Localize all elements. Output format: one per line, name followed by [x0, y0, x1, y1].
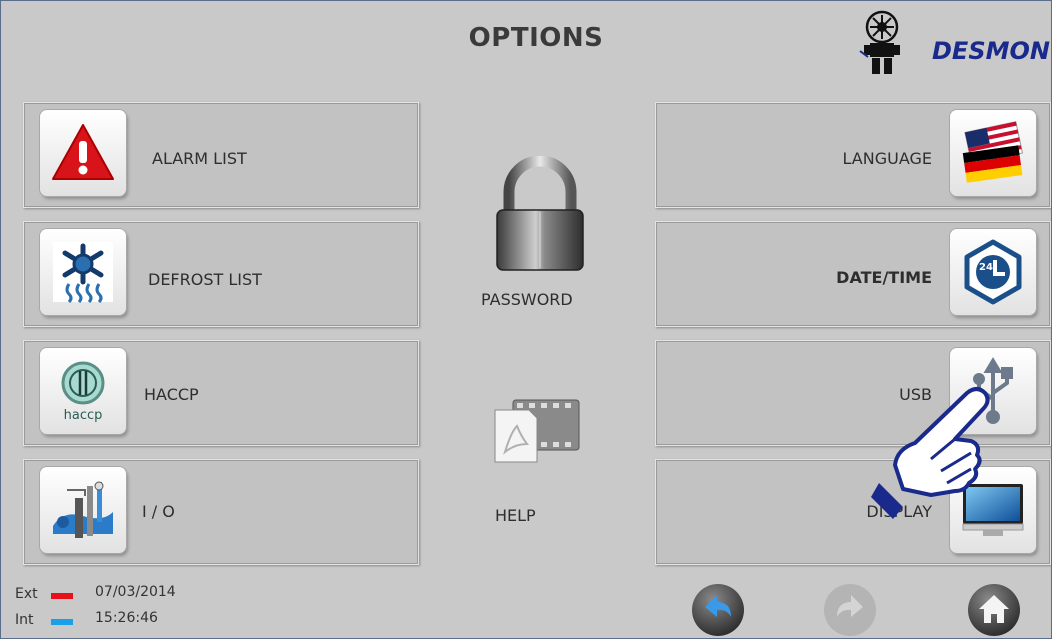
defrost-snowflake-icon [53, 242, 113, 304]
back-button[interactable] [691, 583, 745, 637]
padlock-icon [496, 156, 584, 271]
int-indicator [51, 619, 73, 625]
io-button[interactable] [40, 467, 126, 553]
back-arrow-icon [692, 584, 744, 636]
clock-24-text: 24 [979, 262, 993, 273]
status-date: 07/03/2014 [95, 584, 176, 600]
language-button[interactable] [950, 110, 1036, 196]
language-label: LANGUAGE [842, 149, 932, 168]
flags-icon [962, 121, 1024, 183]
language-panel[interactable]: LANGUAGE [655, 102, 1051, 208]
defrost-list-label: DEFROST LIST [148, 270, 262, 289]
forward-button[interactable] [823, 583, 877, 637]
brand-logo: DESMON [856, 7, 1051, 77]
password-button[interactable]: PASSWORD [471, 156, 611, 316]
alarm-warning-icon [52, 124, 114, 180]
help-button[interactable]: HELP [481, 396, 601, 531]
haccp-icon: haccp [61, 361, 105, 423]
password-label: PASSWORD [481, 290, 573, 309]
haccp-button[interactable]: haccp [40, 348, 126, 434]
help-label: HELP [495, 506, 536, 525]
alarm-list-panel[interactable]: ALARM LIST [23, 102, 419, 208]
io-label: I / O [142, 502, 175, 521]
alarm-list-button[interactable] [40, 110, 126, 196]
status-time: 15:26:46 [95, 610, 158, 626]
forward-arrow-icon [824, 584, 876, 636]
haccp-icon-text: haccp [64, 408, 103, 423]
date-time-label: DATE/TIME [836, 268, 932, 287]
alarm-list-label: ALARM LIST [152, 149, 247, 168]
ext-indicator [51, 593, 73, 599]
desmon-mascot-icon [859, 10, 900, 74]
brand-name: DESMON [932, 37, 1050, 65]
date-time-button[interactable]: 24 [950, 229, 1036, 315]
home-button[interactable] [967, 583, 1021, 637]
home-icon [968, 584, 1020, 636]
io-panel[interactable]: I / O [23, 459, 419, 565]
haccp-label: HACCP [144, 385, 199, 404]
defrost-list-panel[interactable]: DEFROST LIST [23, 221, 419, 327]
clock-24-icon: 24 [964, 239, 1022, 305]
help-film-icon [494, 399, 580, 463]
options-screen: OPTIONS DESMON ALARM LIST DEFROST LIST h… [0, 0, 1052, 639]
defrost-list-button[interactable] [40, 229, 126, 315]
date-time-panel[interactable]: DATE/TIME 24 [655, 221, 1051, 327]
io-icon [53, 481, 113, 538]
ext-label: Ext [15, 586, 38, 602]
pointing-hand-icon [871, 387, 990, 519]
int-label: Int [15, 612, 34, 628]
haccp-panel[interactable]: haccp HACCP [23, 340, 419, 446]
